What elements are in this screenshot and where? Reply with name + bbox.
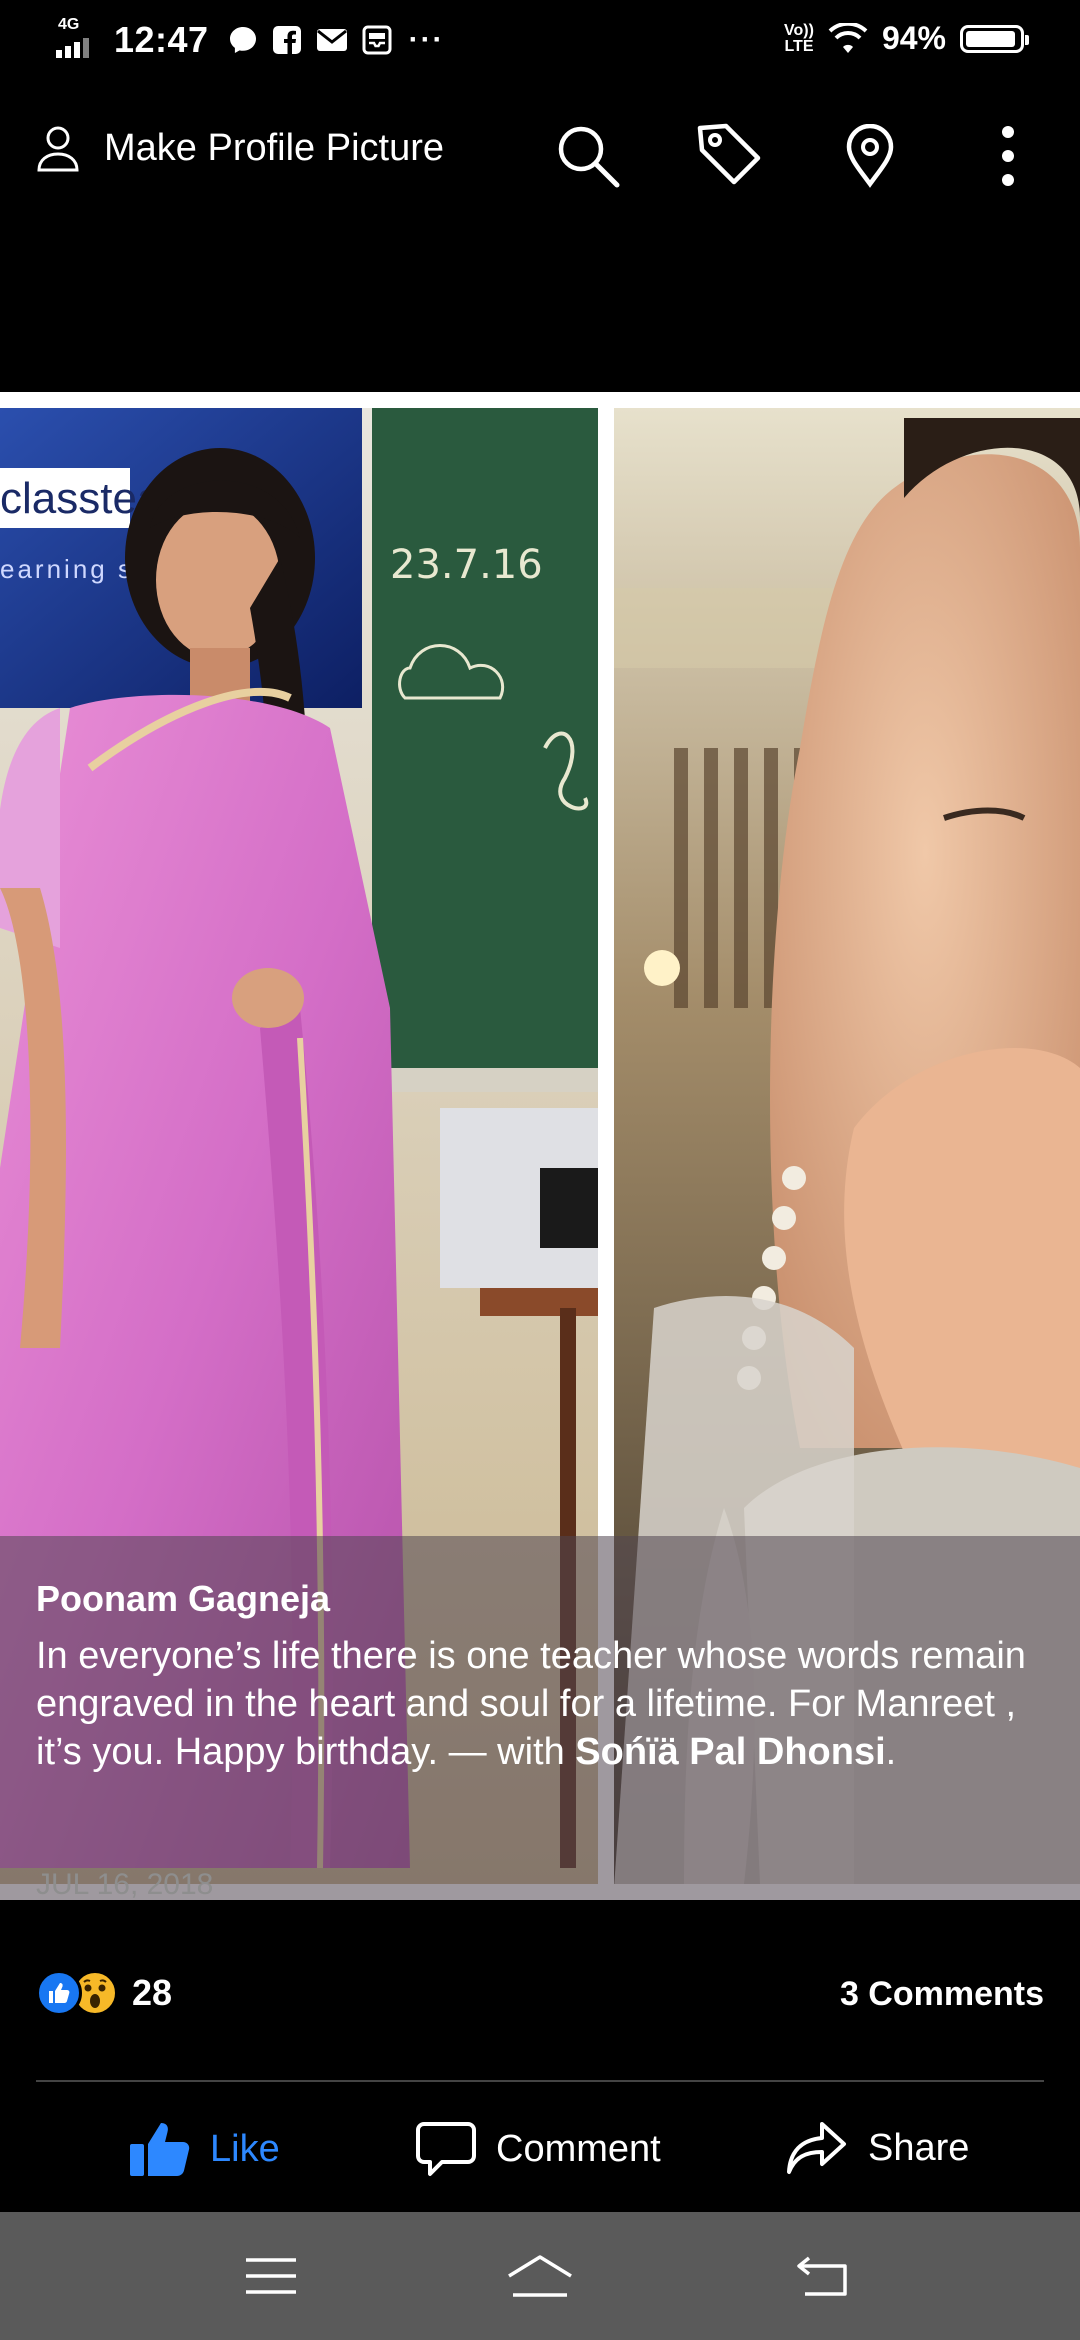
photo-viewer-toolbar: Make Profile Picture	[0, 100, 1080, 210]
divider	[36, 2080, 1044, 2082]
wifi-icon	[828, 22, 868, 53]
back-button[interactable]	[788, 2244, 858, 2308]
make-profile-picture-label: Make Profile Picture	[104, 126, 445, 169]
caption-end: .	[885, 1731, 897, 1773]
person-icon	[37, 126, 79, 172]
status-bar-right: Vo)) LTE 94%	[784, 20, 1029, 57]
system-navigation-bar	[0, 2212, 1080, 2340]
search-button[interactable]	[552, 120, 624, 192]
share-label: Share	[868, 2126, 970, 2169]
tag-icon	[697, 123, 761, 185]
status-bar-left: 4G 12:47 ···	[56, 16, 445, 62]
comment-label: Comment	[496, 2127, 661, 2170]
mail-icon	[316, 29, 347, 51]
more-notifications-indicator: ···	[408, 23, 445, 56]
back-icon	[797, 2256, 847, 2296]
board-subtext: earning s	[0, 554, 134, 584]
comments-count-link[interactable]: 3 Comments	[840, 1975, 1044, 2014]
reaction-count: 28	[132, 1972, 173, 2013]
thumbs-up-icon	[130, 2123, 190, 2176]
like-button[interactable]: Like	[128, 2120, 280, 2178]
reactions-summary[interactable]: 28	[36, 1970, 172, 2016]
comment-icon	[416, 2122, 476, 2176]
share-button[interactable]: Share	[786, 2120, 969, 2176]
inbox-icon	[362, 25, 392, 55]
post-date: JUL 16, 2018	[36, 1868, 214, 1901]
battery-percentage: 94%	[881, 20, 946, 56]
chat-bubble-icon	[229, 27, 256, 53]
location-pin-icon	[846, 124, 894, 188]
post-actions-bar: Like Comment Share	[0, 2108, 1080, 2188]
more-vertical-icon	[1002, 126, 1014, 186]
chalk-date: 23.7.16	[390, 542, 543, 588]
notification-icons	[227, 24, 393, 56]
home-button[interactable]	[505, 2244, 575, 2308]
location-button[interactable]	[834, 120, 906, 192]
make-profile-picture-button[interactable]: Make Profile Picture	[36, 124, 444, 172]
volte-icon: Vo)) LTE	[784, 21, 814, 55]
recent-apps-button[interactable]	[236, 2244, 306, 2308]
comment-button[interactable]: Comment	[416, 2120, 661, 2178]
signal-icon: 4G	[56, 16, 100, 62]
menu-icon	[246, 2258, 296, 2294]
search-icon	[558, 126, 620, 188]
like-label: Like	[210, 2127, 280, 2170]
post-author[interactable]: Poonam Gagneja	[36, 1578, 330, 1620]
network-type: 4G	[58, 16, 80, 33]
more-options-button[interactable]	[972, 120, 1044, 192]
tag-button[interactable]	[694, 120, 766, 192]
home-icon	[508, 2255, 572, 2297]
tagged-person-link[interactable]: Sońïä Pal Dhonsi	[575, 1731, 885, 1773]
battery-icon	[960, 24, 1029, 53]
clock: 12:47	[114, 19, 209, 60]
share-arrow-icon	[787, 2122, 846, 2174]
like-reaction-icon	[36, 1970, 82, 2016]
status-bar: 4G 12:47 ··· Vo)) LTE 94%	[0, 0, 1080, 84]
post-caption: In everyone’s life there is one teacher …	[36, 1632, 1046, 1776]
facebook-icon	[272, 26, 301, 54]
